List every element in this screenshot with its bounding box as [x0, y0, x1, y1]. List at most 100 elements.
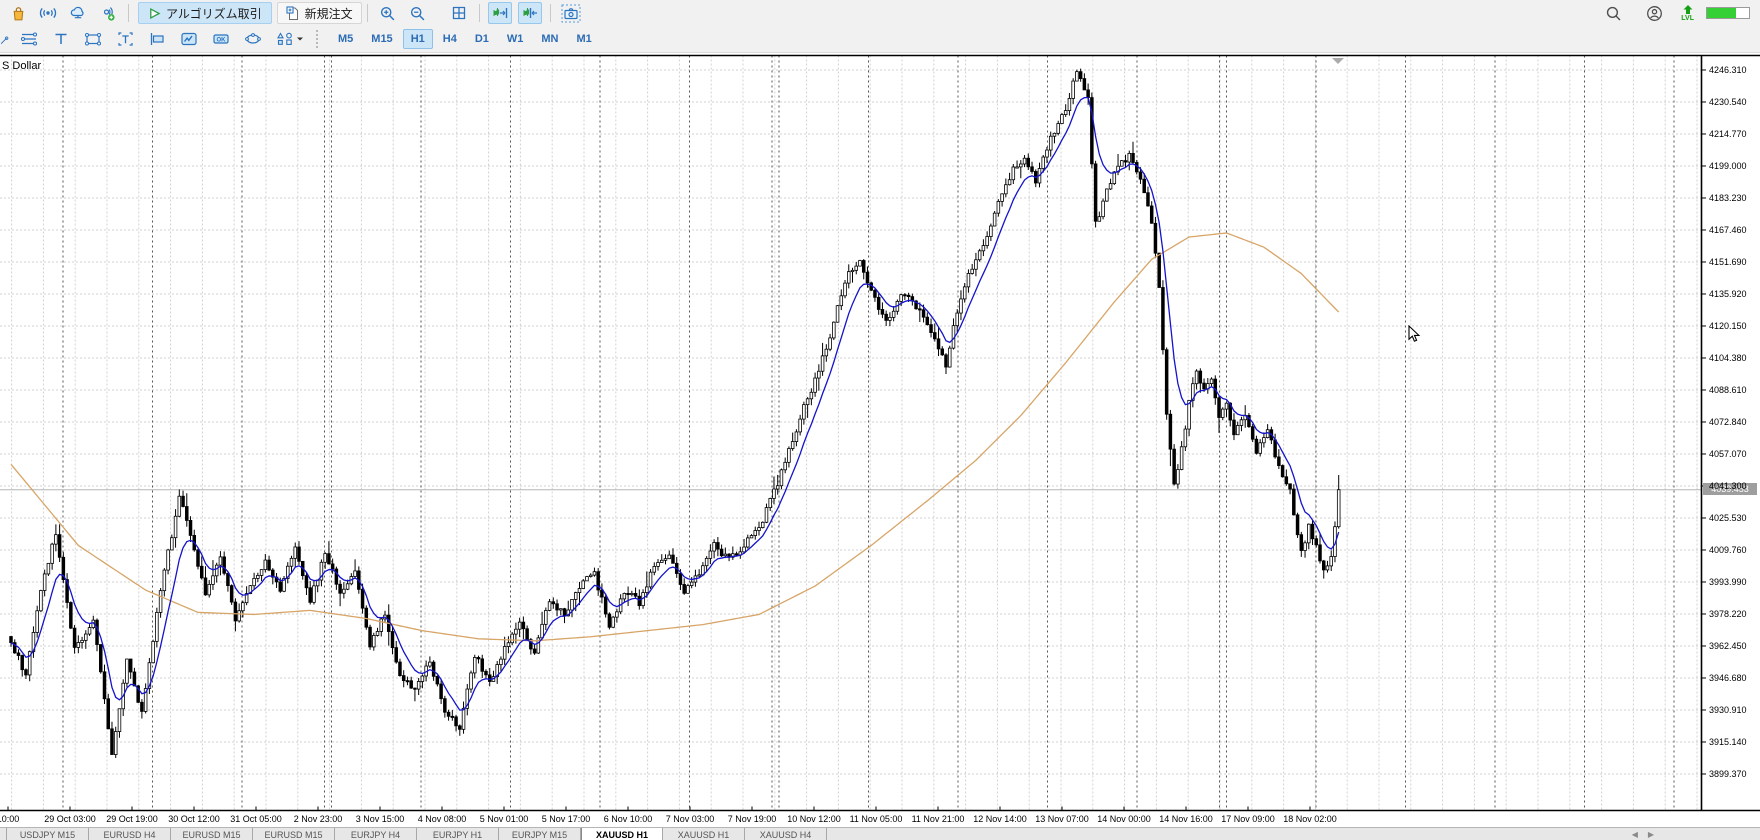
- chart-tab-fragment[interactable]: [0, 828, 7, 840]
- chart-window[interactable]: S Dollar 4039.453 4246.3104230.5404214.7…: [0, 53, 1760, 813]
- candle-body: [1120, 161, 1123, 167]
- candle-body: [443, 699, 446, 713]
- chart-tab-eurjpy-m15[interactable]: EURJPY M15: [499, 828, 581, 840]
- timeframe-MN[interactable]: MN: [533, 29, 566, 49]
- ellipse-icon[interactable]: [240, 28, 266, 50]
- candle-body: [73, 628, 76, 647]
- price-axis[interactable]: 4039.453 4246.3104230.5404214.7704199.00…: [1702, 53, 1760, 813]
- text-icon[interactable]: [112, 28, 138, 50]
- candle-body: [926, 317, 929, 324]
- timeframe-H4[interactable]: H4: [435, 29, 465, 49]
- community-icon[interactable]: [96, 2, 120, 24]
- zoom-out-icon[interactable]: [406, 2, 430, 24]
- candle-body: [1292, 489, 1295, 515]
- candle-body: [1322, 561, 1325, 570]
- price-axis-label: 3930.910: [1709, 705, 1747, 715]
- channel-icon[interactable]: [144, 28, 170, 50]
- market-icon[interactable]: [6, 2, 30, 24]
- new-order-button[interactable]: 新規注文: [277, 2, 362, 24]
- candle-body: [956, 313, 959, 326]
- ma-slow-line: [11, 233, 1339, 641]
- time-axis-label: 11 Nov 05:00: [850, 814, 903, 824]
- candle-body: [219, 557, 222, 565]
- chart-tab-xauusd-h1[interactable]: XAUUSD H1: [581, 828, 663, 840]
- chart-tab-usdjpy-m15[interactable]: USDJPY M15: [7, 828, 89, 840]
- chart-tab-eurjpy-h4[interactable]: EURJPY H4: [335, 828, 417, 840]
- top-toolbar: アルゴリズム取引 新規注文 LVL: [0, 0, 1760, 26]
- candle-body: [1105, 189, 1108, 201]
- vps-cloud-icon[interactable]: [66, 2, 90, 24]
- level-icon[interactable]: LVL: [1681, 5, 1694, 22]
- candle-body: [208, 584, 211, 595]
- search-icon[interactable]: [1601, 2, 1625, 24]
- candlestick-chart[interactable]: [0, 53, 1760, 813]
- toolbar-drag-handle[interactable]: [316, 30, 320, 48]
- candle-body: [679, 573, 682, 584]
- candle-body: [814, 378, 817, 392]
- timeframe-H1[interactable]: H1: [403, 29, 433, 49]
- tab-scroll-arrows[interactable]: ◀▶: [1632, 830, 1664, 839]
- chart-autoscroll-icon[interactable]: [518, 2, 542, 24]
- chart-tab-eurusd-m15[interactable]: EURUSD M15: [171, 828, 253, 840]
- candle-body: [1046, 150, 1049, 157]
- candle-body: [1109, 184, 1112, 189]
- candle-body: [256, 575, 259, 578]
- candle-body: [825, 349, 828, 356]
- zoom-in-icon[interactable]: [376, 2, 400, 24]
- candle-body: [118, 709, 121, 732]
- timeframe-M5[interactable]: M5: [330, 29, 361, 49]
- trendlines-icon[interactable]: [16, 28, 42, 50]
- signals-icon[interactable]: [36, 2, 60, 24]
- time-axis[interactable]: 10:0029 Oct 03:0029 Oct 19:0030 Oct 12:0…: [0, 813, 1760, 827]
- candle-body: [451, 716, 454, 717]
- candle-body: [414, 688, 417, 689]
- candle-body: [844, 283, 847, 296]
- candle-body: [593, 572, 596, 575]
- timeframe-M1[interactable]: M1: [568, 29, 599, 49]
- time-axis-label: 14 Nov 00:00: [1097, 814, 1151, 824]
- indicators-icon[interactable]: [176, 28, 202, 50]
- ma-fast-line: [11, 98, 1339, 710]
- chart-tab-xauusd-h4[interactable]: XAUUSD H4: [745, 828, 827, 840]
- candle-body: [1263, 438, 1266, 443]
- candle-body: [298, 547, 301, 561]
- ok-dialog-icon[interactable]: OK: [208, 28, 234, 50]
- candle-body: [1330, 557, 1333, 566]
- candle-body: [862, 260, 865, 272]
- candle-body: [997, 201, 1000, 213]
- timeframe-W1[interactable]: W1: [499, 29, 532, 49]
- tile-windows-icon[interactable]: [447, 2, 471, 24]
- candle-body: [1139, 172, 1142, 179]
- chart-shift-icon[interactable]: [488, 2, 512, 24]
- horizontal-line-icon[interactable]: [48, 28, 74, 50]
- candle-body: [174, 516, 177, 537]
- algo-trading-button[interactable]: アルゴリズム取引: [138, 2, 272, 24]
- candle-body: [803, 405, 806, 419]
- candle-body: [1203, 383, 1206, 389]
- price-axis-label: 4230.540: [1709, 97, 1747, 107]
- timeframe-D1[interactable]: D1: [467, 29, 497, 49]
- candle-body: [1132, 153, 1135, 162]
- chart-tab-eurjpy-h1[interactable]: EURJPY H1: [417, 828, 499, 840]
- candle-body: [971, 269, 974, 273]
- candle-body: [481, 659, 484, 671]
- candle-body: [96, 620, 99, 644]
- price-axis-label: 3899.370: [1709, 769, 1747, 779]
- timeframe-M15[interactable]: M15: [363, 29, 400, 49]
- crosshair-fragment-icon[interactable]: [0, 28, 10, 50]
- screenshot-icon[interactable]: [559, 2, 583, 24]
- candle-body: [881, 309, 884, 314]
- time-axis-label: 14 Nov 16:00: [1159, 814, 1213, 824]
- chart-tab-eurusd-m15[interactable]: EURUSD M15: [253, 828, 335, 840]
- chart-tab-eurusd-h4[interactable]: EURUSD H4: [89, 828, 171, 840]
- chart-tab-xauusd-h1[interactable]: XAUUSD H1: [663, 828, 745, 840]
- shape-rect-icon[interactable]: [80, 28, 106, 50]
- candle-body: [1177, 469, 1180, 484]
- candle-body: [1162, 287, 1165, 349]
- candle-body: [1143, 179, 1146, 193]
- account-icon[interactable]: [1642, 2, 1666, 24]
- candle-body: [1274, 440, 1277, 457]
- objects-dropdown-icon[interactable]: [272, 28, 308, 50]
- candle-body: [1285, 477, 1288, 484]
- candle-body: [1240, 420, 1243, 426]
